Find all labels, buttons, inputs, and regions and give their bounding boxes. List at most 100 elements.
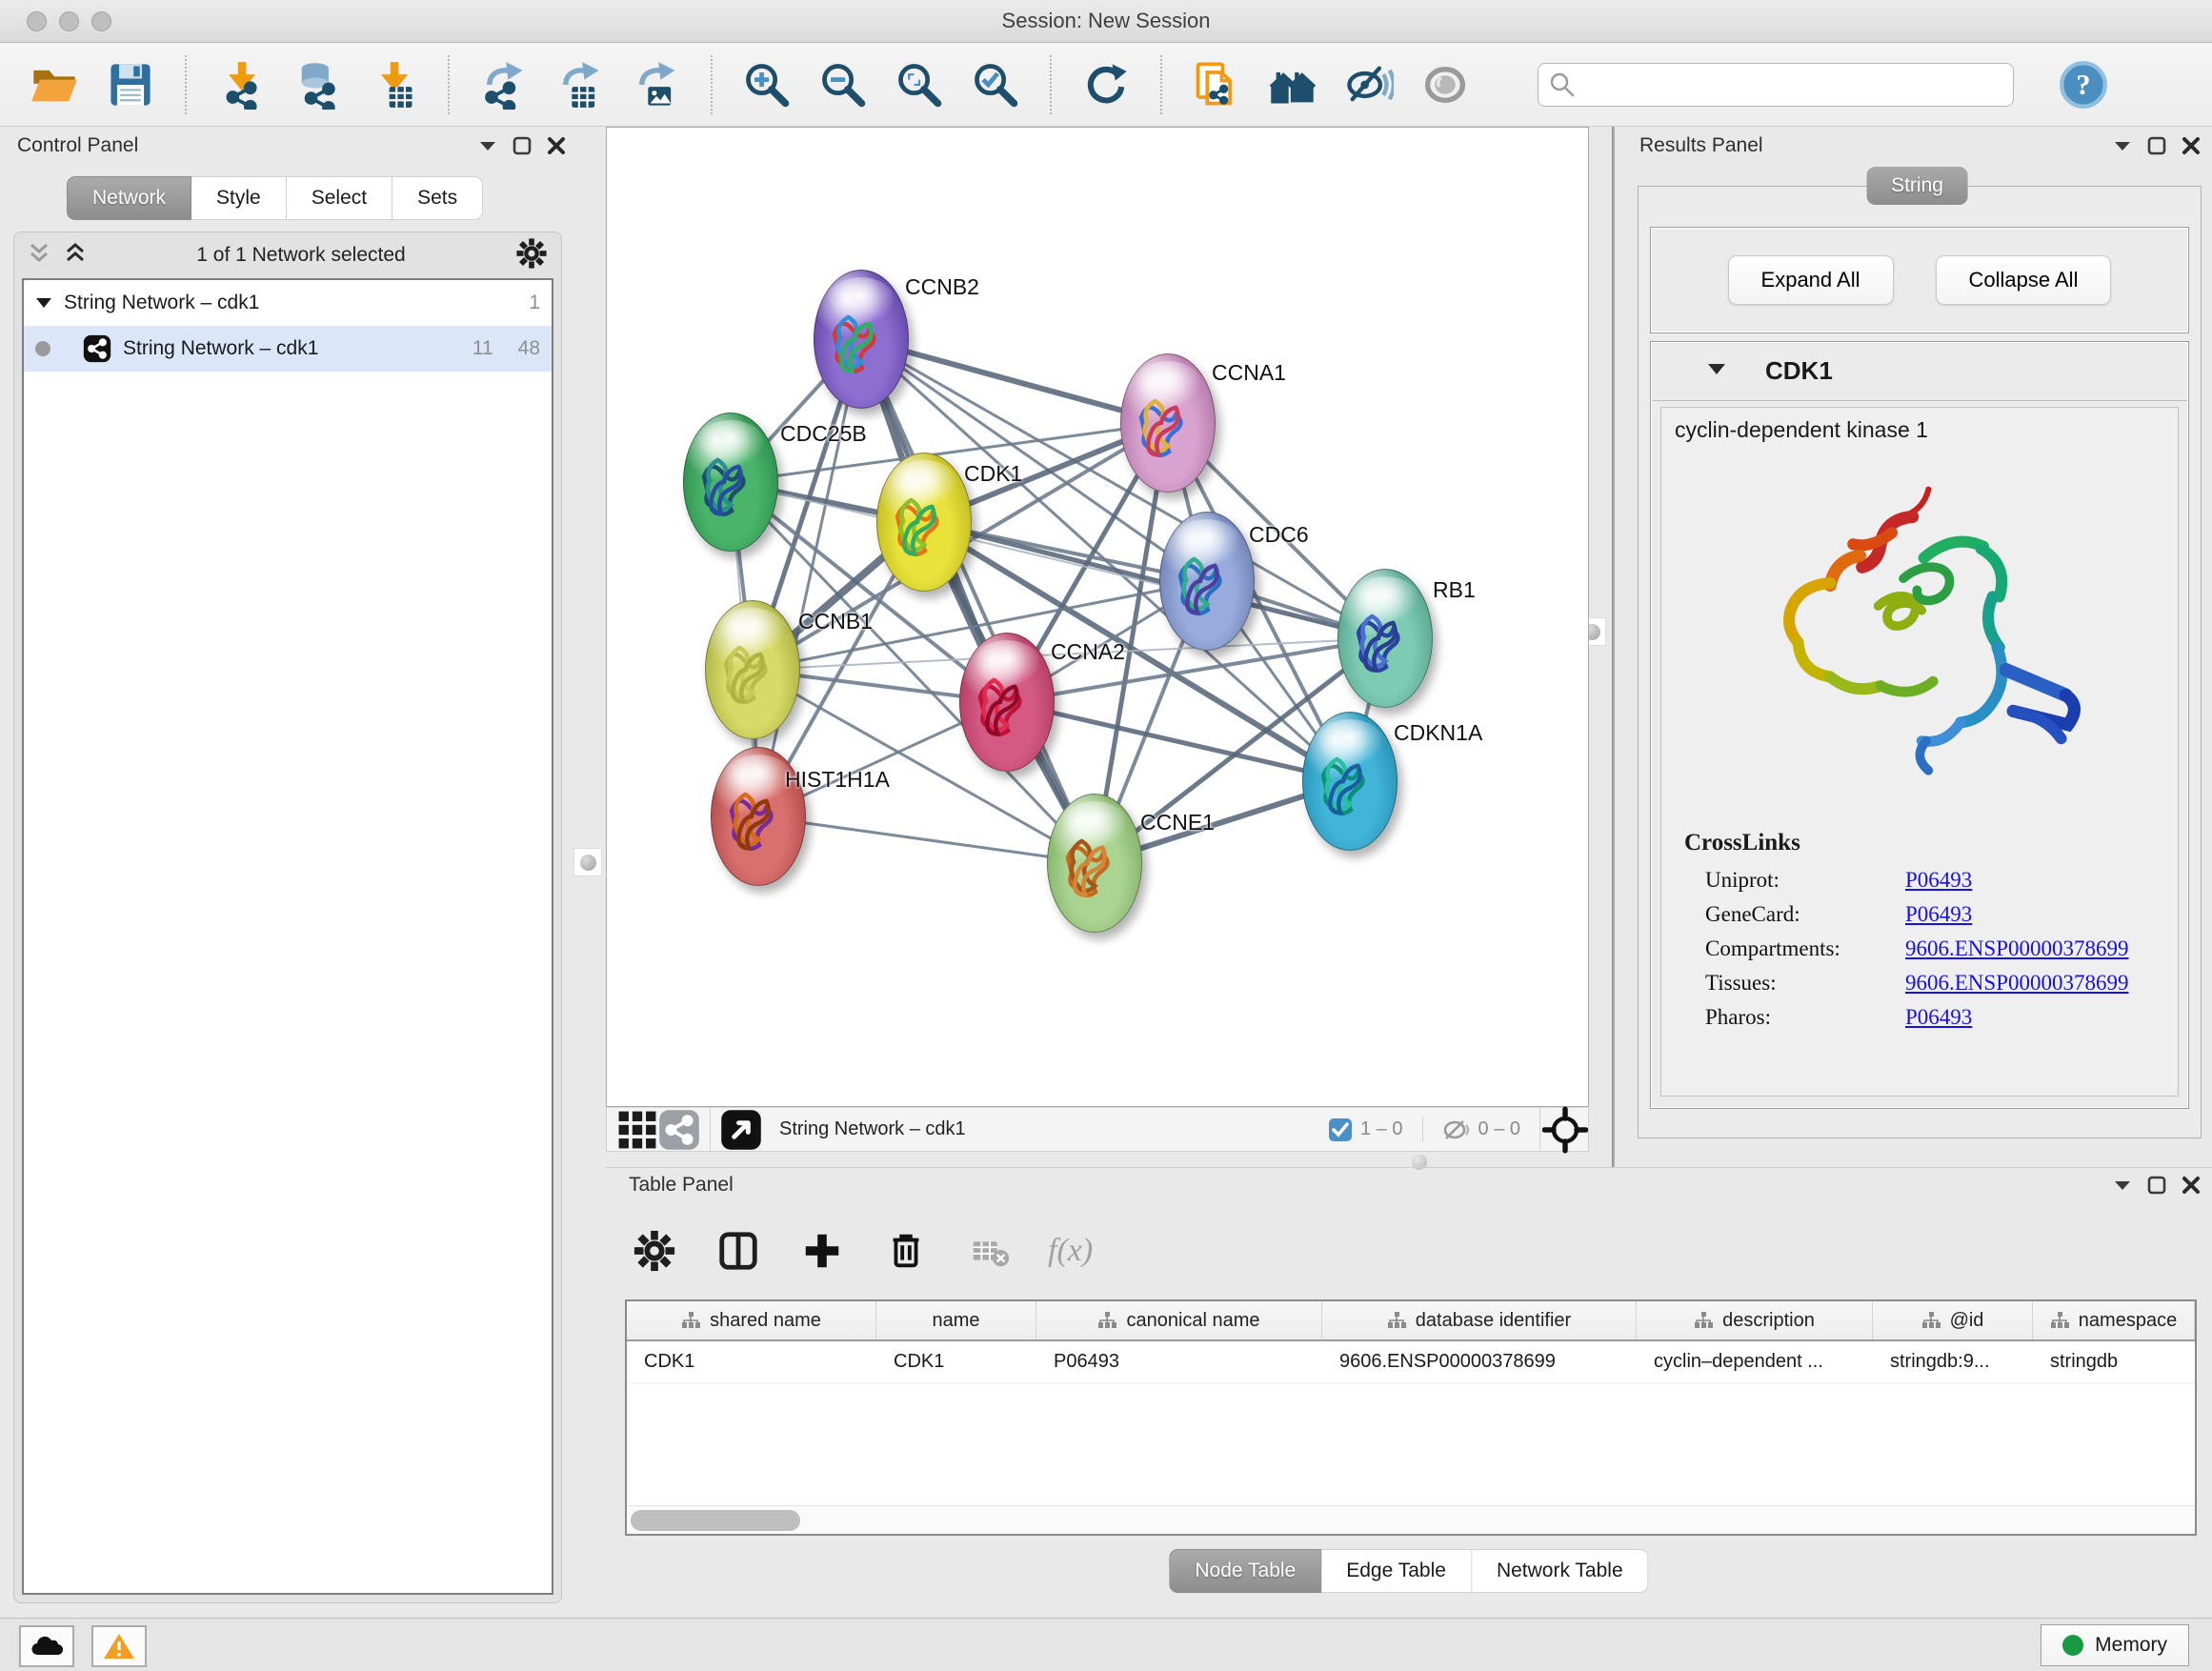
crosslink-label: Tissues: bbox=[1705, 971, 1905, 996]
import-table-file-icon[interactable] bbox=[368, 59, 419, 111]
network-node-ccnb1[interactable] bbox=[705, 600, 800, 739]
column-tree-icon bbox=[1097, 1311, 1116, 1330]
protein-thumbnail bbox=[975, 664, 1039, 749]
cloud-button[interactable] bbox=[19, 1625, 74, 1667]
tab-style[interactable]: Style bbox=[191, 176, 287, 220]
export-table-icon[interactable] bbox=[554, 59, 606, 111]
gear-icon[interactable] bbox=[515, 237, 548, 274]
delete-column-trash-icon[interactable] bbox=[880, 1225, 932, 1277]
results-panel: Results Panel String Expand All Collapse… bbox=[1622, 127, 2212, 1167]
expander-icon[interactable] bbox=[35, 296, 52, 310]
table-cell: cyclin–dependent ... bbox=[1637, 1341, 1873, 1382]
memory-status-dot bbox=[2062, 1635, 2083, 1656]
welcome-screen-icon[interactable] bbox=[1267, 59, 1318, 111]
duplicate-network-icon[interactable] bbox=[1191, 59, 1242, 111]
left-splitter-handle[interactable] bbox=[573, 848, 602, 876]
tab-network-table[interactable]: Network Table bbox=[1472, 1549, 1649, 1593]
save-session-icon[interactable] bbox=[105, 59, 156, 111]
export-image-icon[interactable] bbox=[631, 59, 682, 111]
network-node-ccnb2[interactable] bbox=[814, 270, 909, 409]
crosslink-link[interactable]: P06493 bbox=[1905, 868, 1972, 893]
close-panel-icon[interactable] bbox=[2182, 1176, 2201, 1195]
crosslink-link[interactable]: 9606.ENSP00000378699 bbox=[1905, 936, 2129, 961]
table-row[interactable]: CDK1CDK1P064939606.ENSP00000378699cyclin… bbox=[627, 1341, 2195, 1383]
crosslink-link[interactable]: 9606.ENSP00000378699 bbox=[1905, 971, 2129, 996]
close-panel-icon[interactable] bbox=[547, 136, 566, 155]
export-network-icon[interactable] bbox=[478, 59, 530, 111]
zoom-in-icon[interactable] bbox=[741, 59, 793, 111]
panel-menu-icon[interactable] bbox=[478, 139, 497, 152]
network-node-ccna2[interactable] bbox=[959, 633, 1055, 772]
zoom-fit-icon[interactable] bbox=[894, 59, 945, 111]
add-column-icon[interactable] bbox=[796, 1225, 848, 1277]
import-network-file-icon[interactable] bbox=[215, 59, 267, 111]
network-node-cdkn1a[interactable] bbox=[1302, 712, 1398, 851]
open-session-icon[interactable] bbox=[29, 59, 80, 111]
collapse-all-icon[interactable] bbox=[28, 241, 50, 271]
float-panel-icon[interactable] bbox=[513, 136, 532, 155]
graphics-details-icon[interactable] bbox=[1343, 59, 1395, 111]
expand-all-icon[interactable] bbox=[64, 241, 87, 271]
birds-eye-toggle-icon[interactable] bbox=[1542, 1104, 1588, 1156]
column-header-namespace[interactable]: namespace bbox=[2033, 1301, 2195, 1339]
float-panel-icon[interactable] bbox=[2147, 1176, 2166, 1195]
crosslink-link[interactable]: P06493 bbox=[1905, 902, 1972, 927]
network-list-item[interactable]: String Network – cdk11 bbox=[24, 280, 552, 326]
network-view-canvas[interactable]: CCNB2CCNA1CDC25BCDK1CDC6RB1CCNB1CCNA2CDK… bbox=[606, 127, 1589, 1107]
tab-select[interactable]: Select bbox=[287, 176, 392, 220]
fit-content-icon[interactable] bbox=[720, 1104, 762, 1156]
tab-edge-table[interactable]: Edge Table bbox=[1321, 1549, 1472, 1593]
entry-header-cdk1[interactable]: CDK1 bbox=[1651, 342, 2188, 401]
selected-checkbox-icon bbox=[1328, 1117, 1353, 1142]
right-splitter[interactable] bbox=[1612, 127, 1615, 1167]
grid-view-icon[interactable] bbox=[616, 1104, 658, 1156]
panel-menu-icon[interactable] bbox=[2113, 1178, 2132, 1192]
scrollbar-thumb[interactable] bbox=[631, 1510, 800, 1531]
column-header-shared-name[interactable]: shared name bbox=[627, 1301, 876, 1339]
column-header-name[interactable]: name bbox=[876, 1301, 1036, 1339]
table-cell: stringdb bbox=[2033, 1341, 2195, 1382]
network-node-cdk1[interactable] bbox=[876, 453, 972, 592]
collapse-all-button[interactable]: Collapse All bbox=[1936, 255, 2112, 305]
tab-sets[interactable]: Sets bbox=[392, 176, 483, 220]
show-columns-icon[interactable] bbox=[713, 1225, 764, 1277]
float-panel-icon[interactable] bbox=[2147, 136, 2166, 155]
column-header--id[interactable]: @id bbox=[1873, 1301, 2033, 1339]
memory-button[interactable]: Memory bbox=[2041, 1624, 2189, 1666]
network-name: String Network – cdk1 bbox=[123, 337, 448, 360]
expand-all-button[interactable]: Expand All bbox=[1728, 255, 1894, 305]
network-node-cdc6[interactable] bbox=[1159, 512, 1255, 651]
warnings-button[interactable] bbox=[91, 1625, 147, 1667]
column-header-database-identifier[interactable]: database identifier bbox=[1322, 1301, 1637, 1339]
tab-network[interactable]: Network bbox=[67, 176, 191, 220]
tab-node-table[interactable]: Node Table bbox=[1169, 1549, 1321, 1593]
node-table[interactable]: shared namenamecanonical namedatabase id… bbox=[625, 1299, 2197, 1536]
network-node-ccne1[interactable] bbox=[1047, 794, 1142, 933]
protein-thumbnail bbox=[727, 778, 791, 863]
protein-thumbnail bbox=[830, 301, 894, 386]
network-node-rb1[interactable] bbox=[1337, 569, 1433, 708]
zoom-selected-icon[interactable] bbox=[970, 59, 1021, 111]
network-list-item[interactable]: String Network – cdk11148 bbox=[24, 326, 552, 372]
search-input[interactable] bbox=[1538, 63, 2014, 107]
crosslink-link[interactable]: P06493 bbox=[1905, 1005, 1972, 1030]
import-network-database-icon[interactable] bbox=[292, 59, 343, 111]
zoom-out-icon[interactable] bbox=[817, 59, 869, 111]
table-settings-gear-icon[interactable] bbox=[629, 1225, 680, 1277]
refresh-view-icon[interactable] bbox=[1080, 59, 1132, 111]
network-node-ccna1[interactable] bbox=[1120, 353, 1216, 493]
panel-menu-icon[interactable] bbox=[2113, 139, 2132, 152]
node-label-ccnb1: CCNB1 bbox=[798, 609, 873, 634]
collapse-entry-icon[interactable] bbox=[1706, 361, 1727, 381]
table-cell: stringdb:9... bbox=[1873, 1341, 2033, 1382]
close-panel-icon[interactable] bbox=[2182, 136, 2201, 155]
column-header-description[interactable]: description bbox=[1637, 1301, 1873, 1339]
network-node-cdc25b[interactable] bbox=[683, 413, 778, 552]
help-button[interactable]: ? bbox=[2058, 59, 2109, 111]
birds-eye-view-icon[interactable] bbox=[1419, 59, 1471, 111]
tab-string[interactable]: String bbox=[1866, 167, 1968, 205]
network-type-icon[interactable] bbox=[658, 1104, 700, 1156]
table-cell: P06493 bbox=[1036, 1341, 1322, 1382]
table-horizontal-scrollbar[interactable] bbox=[627, 1505, 2195, 1534]
column-header-canonical-name[interactable]: canonical name bbox=[1036, 1301, 1322, 1339]
